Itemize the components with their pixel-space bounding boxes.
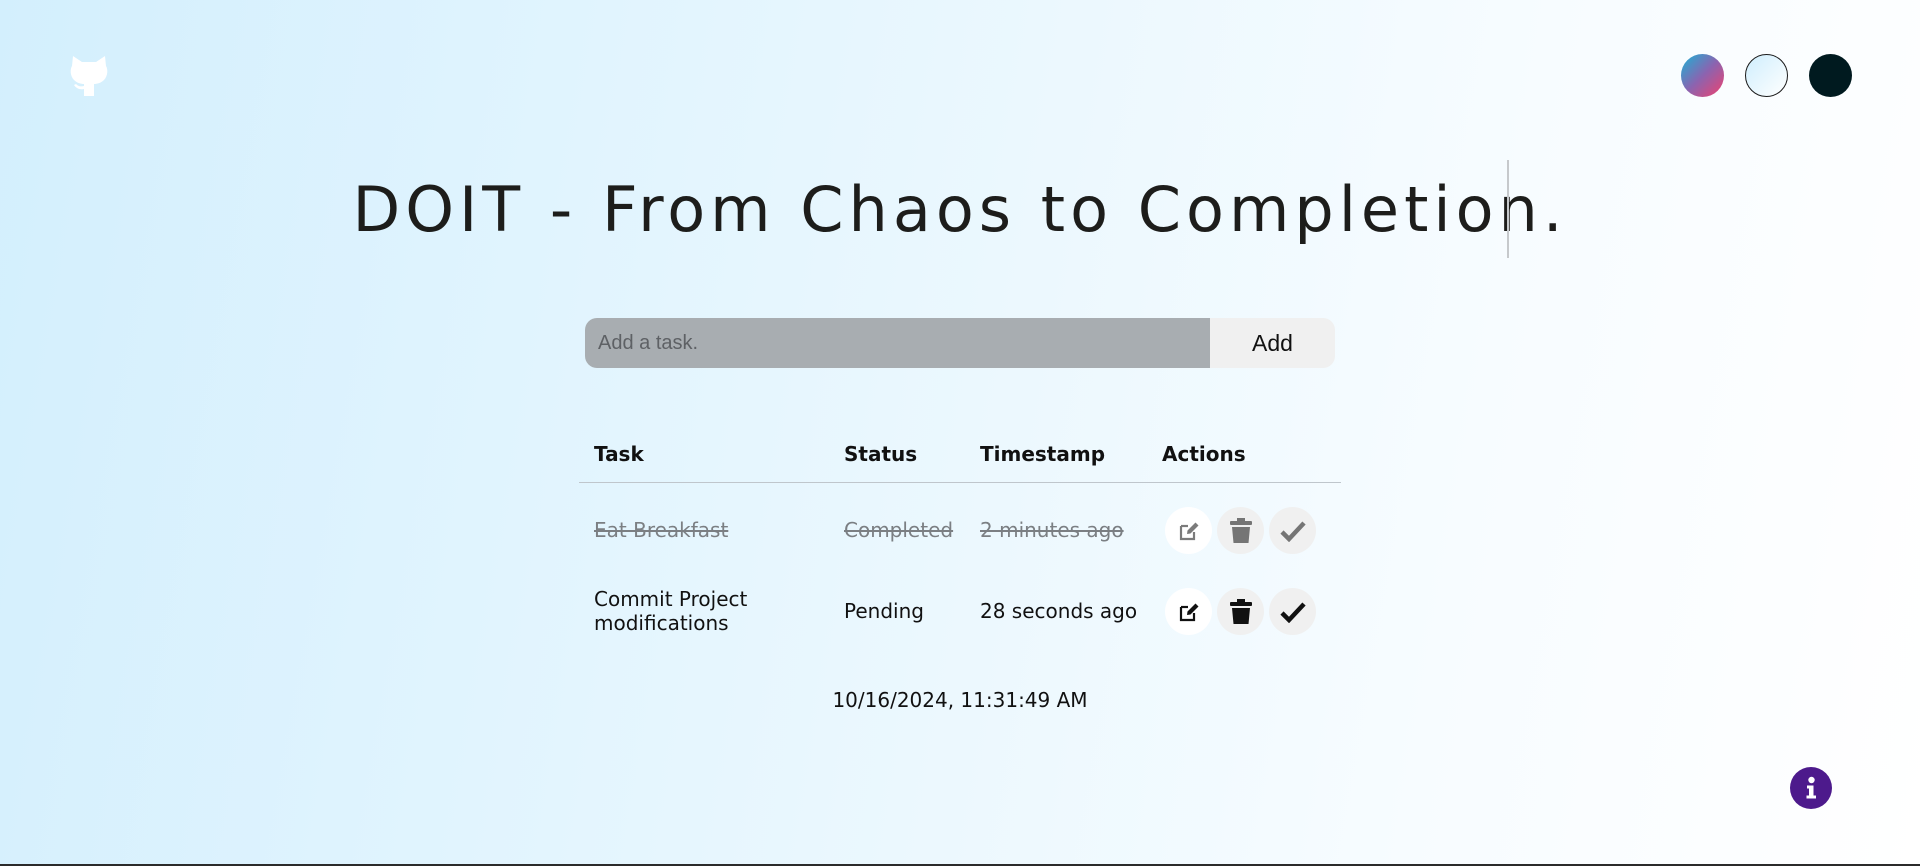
delete-button[interactable] [1217, 588, 1264, 635]
row-actions [1165, 507, 1316, 554]
task-table: Task Status Timestamp Actions Eat Breakf… [579, 430, 1341, 671]
table-header: Task Status Timestamp Actions [579, 430, 1341, 483]
edit-button[interactable] [1165, 588, 1212, 635]
edit-icon [1179, 603, 1198, 621]
add-button[interactable]: Add [1210, 318, 1335, 368]
check-icon [1279, 601, 1306, 623]
theme-dark-button[interactable] [1809, 54, 1852, 97]
table-row: Eat Breakfast Completed 2 minutes ago [579, 483, 1341, 577]
row-actions [1165, 588, 1316, 635]
add-task-form: Add [585, 318, 1335, 368]
task-status: Completed [844, 518, 954, 542]
table-row: Commit Project modifications Pending 28 … [579, 577, 1341, 671]
task-timestamp: 28 seconds ago [980, 599, 1138, 623]
task-input[interactable] [585, 318, 1210, 368]
theme-switcher [1681, 54, 1852, 97]
typing-caret [1507, 160, 1509, 258]
edit-button[interactable] [1165, 507, 1212, 554]
edit-icon [1179, 522, 1198, 540]
current-datetime: 10/16/2024, 11:31:49 AM [832, 688, 1088, 712]
task-name: Commit Project modifications [594, 587, 748, 635]
info-icon [1806, 776, 1816, 799]
complete-button[interactable] [1269, 588, 1316, 635]
trash-icon [1229, 517, 1252, 543]
info-button[interactable] [1790, 767, 1832, 809]
complete-button[interactable] [1269, 507, 1316, 554]
task-status: Pending [844, 599, 924, 623]
task-name: Eat Breakfast [594, 518, 729, 542]
check-icon [1279, 520, 1306, 542]
theme-light-button[interactable] [1745, 54, 1788, 97]
header-status: Status [844, 442, 918, 466]
header-actions: Actions [1162, 442, 1246, 466]
header-timestamp: Timestamp [980, 442, 1106, 466]
github-link[interactable] [70, 54, 108, 98]
task-timestamp: 2 minutes ago [980, 518, 1124, 542]
delete-button[interactable] [1217, 507, 1264, 554]
github-icon [70, 56, 108, 96]
page-title: DOIT - From Chaos to Completion. [352, 173, 1568, 246]
trash-icon [1229, 598, 1252, 624]
header-task: Task [594, 442, 644, 466]
theme-gradient-button[interactable] [1681, 54, 1724, 97]
